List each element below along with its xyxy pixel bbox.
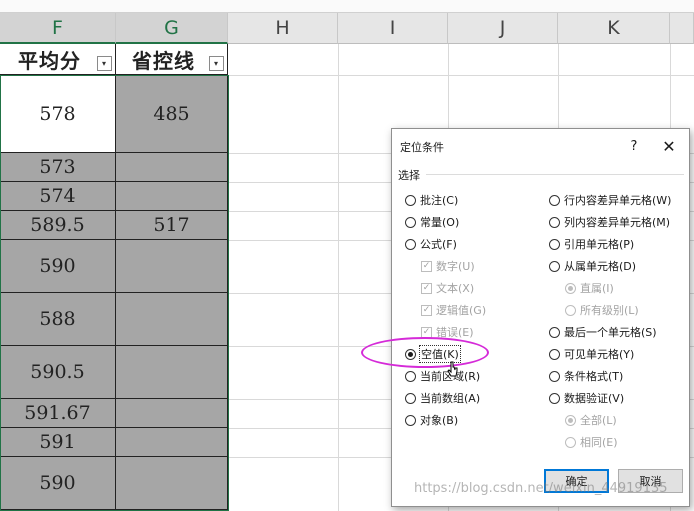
- column-header-g[interactable]: G: [116, 13, 228, 44]
- dialog-title: 定位条件: [400, 141, 444, 154]
- checkbox-checked-icon: ✓: [421, 282, 432, 294]
- radio-icon: [405, 238, 416, 250]
- option-direct-only[interactable]: 直属(I): [565, 280, 614, 296]
- cell-f[interactable]: 574: [0, 182, 116, 211]
- column-header-l[interactable]: [670, 13, 694, 44]
- radio-icon: [549, 326, 560, 338]
- radio-icon: [549, 216, 560, 228]
- formula-bar-edge: [0, 0, 694, 13]
- cell-g[interactable]: [116, 240, 228, 293]
- cell-g[interactable]: 485: [116, 75, 228, 153]
- radio-icon: [565, 436, 576, 448]
- column-header-k[interactable]: K: [558, 13, 670, 44]
- filter-dropdown-icon[interactable]: ▾: [209, 56, 224, 71]
- column-letter: H: [275, 17, 290, 39]
- option-same[interactable]: 相同(E): [565, 434, 618, 450]
- header-cell-average[interactable]: 平均分 ▾: [0, 44, 116, 75]
- option-logicals[interactable]: ✓ 逻辑值(G): [421, 302, 486, 318]
- cell-f[interactable]: 590.5: [0, 346, 116, 399]
- header-cell-control-line[interactable]: 省控线 ▾: [116, 44, 228, 75]
- option-conditional-formats[interactable]: 条件格式(T): [549, 368, 623, 384]
- radio-icon: [405, 216, 416, 228]
- cell-f[interactable]: 589.5: [0, 211, 116, 240]
- option-text[interactable]: ✓ 文本(X): [421, 280, 474, 296]
- radio-icon: [549, 348, 560, 360]
- option-objects[interactable]: 对象(B): [405, 412, 458, 428]
- radio-icon: [549, 238, 560, 250]
- radio-icon: [549, 370, 560, 382]
- close-icon[interactable]: ✕: [658, 136, 680, 156]
- option-precedents[interactable]: 引用单元格(P): [549, 236, 634, 252]
- column-letter: I: [389, 17, 396, 39]
- option-blanks[interactable]: 空值(K): [405, 345, 461, 363]
- option-comments[interactable]: 批注(C): [405, 192, 458, 208]
- cell-g[interactable]: [116, 346, 228, 399]
- option-row-differences[interactable]: 行内容差异单元格(W): [549, 192, 671, 208]
- option-all[interactable]: 全部(L): [565, 412, 617, 428]
- column-letter: F: [52, 16, 63, 39]
- option-constants[interactable]: 常量(O): [405, 214, 459, 230]
- option-formulas[interactable]: 公式(F): [405, 236, 457, 252]
- cell-g[interactable]: 517: [116, 211, 228, 240]
- cell-g[interactable]: [116, 428, 228, 457]
- cancel-button[interactable]: 取消: [618, 469, 683, 493]
- checkbox-checked-icon: ✓: [421, 304, 432, 316]
- option-dependents[interactable]: 从属单元格(D): [549, 258, 636, 274]
- header-control-line-label: 省控线: [132, 48, 195, 73]
- option-numbers[interactable]: ✓ 数字(U): [421, 258, 475, 274]
- checkbox-checked-icon: ✓: [421, 260, 432, 272]
- checkbox-checked-icon: ✓: [421, 326, 432, 338]
- help-icon[interactable]: ?: [624, 136, 644, 156]
- column-header-i[interactable]: I: [338, 13, 448, 44]
- option-last-cell[interactable]: 最后一个单元格(S): [549, 324, 657, 340]
- radio-icon: [549, 392, 560, 404]
- group-divider: [426, 174, 684, 175]
- column-header-j[interactable]: J: [448, 13, 558, 44]
- column-header-h[interactable]: H: [228, 13, 338, 44]
- option-visible-cells[interactable]: 可见单元格(Y): [549, 346, 634, 362]
- radio-icon: [405, 194, 416, 206]
- header-average-label: 平均分: [18, 48, 81, 73]
- radio-selected-icon: [405, 348, 416, 360]
- cell-f[interactable]: 578: [0, 75, 116, 153]
- cell-g[interactable]: [116, 399, 228, 428]
- cell-g[interactable]: [116, 457, 228, 510]
- cell-f[interactable]: 590: [0, 457, 116, 510]
- radio-icon: [405, 392, 416, 404]
- cell-f[interactable]: 573: [0, 153, 116, 182]
- select-group-label: 选择: [398, 169, 420, 182]
- radio-icon: [565, 304, 576, 316]
- column-letter: J: [499, 17, 506, 39]
- cell-g[interactable]: [116, 182, 228, 211]
- cell-g[interactable]: [116, 293, 228, 346]
- option-current-array[interactable]: 当前数组(A): [405, 390, 480, 406]
- column-header-f[interactable]: F: [0, 13, 116, 44]
- option-all-levels[interactable]: 所有级别(L): [565, 302, 639, 318]
- ok-button[interactable]: 确定: [544, 469, 609, 493]
- option-current-region[interactable]: 当前区域(R): [405, 368, 480, 384]
- cell-g[interactable]: [116, 153, 228, 182]
- column-letter: K: [607, 17, 620, 39]
- cell-f[interactable]: 591.67: [0, 399, 116, 428]
- go-to-special-dialog: 定位条件 ? ✕ 选择 批注(C) 常量(O) 公式(F) ✓ 数字(U) ✓ 文本…: [391, 128, 690, 507]
- radio-icon: [405, 414, 416, 426]
- cell-f[interactable]: 588: [0, 293, 116, 346]
- radio-selected-icon: [565, 414, 576, 426]
- radio-icon: [405, 370, 416, 382]
- cell-f[interactable]: 591: [0, 428, 116, 457]
- column-letter: G: [164, 16, 179, 39]
- option-column-differences[interactable]: 列内容差异单元格(M): [549, 214, 670, 230]
- filter-dropdown-icon[interactable]: ▾: [97, 56, 112, 71]
- radio-icon: [549, 194, 560, 206]
- option-data-validation[interactable]: 数据验证(V): [549, 390, 624, 406]
- radio-icon: [549, 260, 560, 272]
- cell-f[interactable]: 590: [0, 240, 116, 293]
- radio-selected-icon: [565, 282, 576, 294]
- option-errors[interactable]: ✓ 错误(E): [421, 324, 474, 340]
